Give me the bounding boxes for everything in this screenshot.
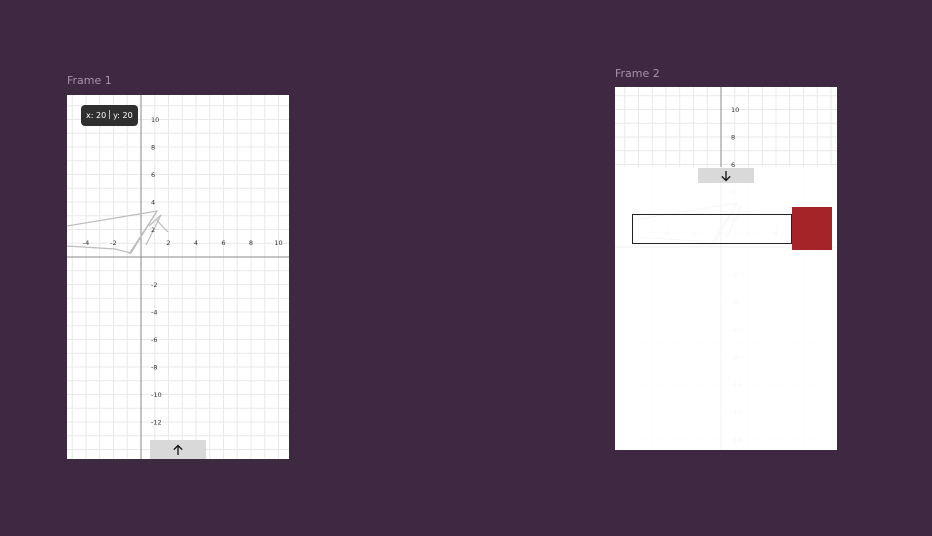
x-tick-label: -4 <box>83 239 89 247</box>
x-tick-label: 2 <box>166 239 170 247</box>
y-tick-label: -12 <box>151 419 162 427</box>
y-tick-label: -8 <box>151 364 157 372</box>
coordinate-separator <box>109 110 111 119</box>
x-tick-label: 4 <box>194 239 198 247</box>
arrow-down-icon <box>721 170 731 181</box>
y-tick-label: -4 <box>151 309 157 317</box>
y-tick-label: 4 <box>151 199 155 207</box>
frame-1-grid <box>67 95 289 459</box>
arrow-up-icon <box>173 444 183 455</box>
y-tick-label: 10 <box>151 116 159 124</box>
x-tick-label: 8 <box>249 239 253 247</box>
frame-1-graph: -4 -2 2 4 6 8 10 10 8 6 4 2 -2 -4 -6 -8 -10 -12 <box>67 95 289 459</box>
y-tick-label: -2 <box>151 281 157 289</box>
coordinate-y-value: y: 20 <box>113 111 133 120</box>
frame-2[interactable]: -4-224 108642-2-4-6-8-10-12-14 <box>615 87 837 450</box>
coordinate-x-value: x: 20 <box>86 111 107 120</box>
y-tick-label: 10 <box>731 106 739 114</box>
red-block[interactable] <box>792 207 832 250</box>
x-tick-label: 6 <box>221 239 225 247</box>
coordinate-readout: x: 20 y: 20 <box>81 105 138 126</box>
y-tick-label: 2 <box>151 226 155 234</box>
x-tick-label: 10 <box>274 239 282 247</box>
y-tick-label: -6 <box>151 336 157 344</box>
y-tick-label: 8 <box>731 134 735 142</box>
selection-box[interactable] <box>632 214 792 244</box>
y-tick-label: 8 <box>151 144 155 152</box>
frame-2-label[interactable]: Frame 2 <box>615 67 660 80</box>
scroll-up-button[interactable] <box>150 440 206 459</box>
frame-1[interactable]: -4 -2 2 4 6 8 10 10 8 6 4 2 -2 -4 -6 -8 -10 -12 x: 20 y: … <box>67 95 289 459</box>
frame-1-label[interactable]: Frame 1 <box>67 74 112 87</box>
y-tick-label: 6 <box>151 171 155 179</box>
y-tick-label: -10 <box>151 391 162 399</box>
x-tick-label: -2 <box>110 239 116 247</box>
scroll-down-button[interactable] <box>698 168 754 183</box>
